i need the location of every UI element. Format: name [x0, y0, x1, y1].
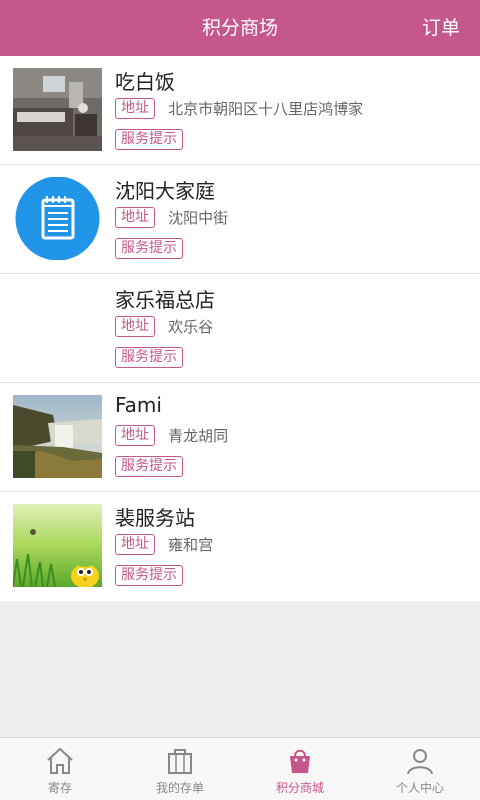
store-address: 北京市朝阳区十八里店鸿博家 [168, 100, 364, 118]
tab-profile[interactable]: 个人中心 [360, 738, 480, 800]
address-tag: 地址 [115, 316, 155, 337]
service-tip-button[interactable]: 服务提示 [115, 129, 183, 150]
home-icon [47, 747, 73, 774]
page-title: 积分商场 [201, 17, 278, 39]
tab-label: 积分商城 [275, 781, 324, 795]
tab-deposit[interactable]: 寄存 [0, 738, 120, 800]
person-icon [407, 749, 433, 775]
list-item[interactable]: 吃白饭 地址 北京市朝阳区十八里店鸿博家 服务提示 [0, 56, 480, 165]
address-line: 地址 北京市朝阳区十八里店鸿博家 [115, 98, 363, 119]
address-line: 地址 欢乐谷 [115, 316, 213, 337]
list-item[interactable]: Fami 地址 青龙胡同 服务提示 [0, 383, 480, 492]
address-line: 地址 青龙胡同 [115, 425, 228, 446]
top-bar: 积分商场 订单 [0, 0, 480, 56]
tab-label: 我的存单 [155, 781, 204, 795]
tab-my-deposits[interactable]: 我的存单 [120, 738, 240, 800]
tab-points-mall[interactable]: 积分商城 [240, 738, 360, 800]
store-list: 吃白饭 地址 北京市朝阳区十八里店鸿博家 服务提示 沈阳大家庭 地址 沈阳中街 … [0, 56, 480, 601]
list-item[interactable]: 家乐福总店 地址 欢乐谷 服务提示 [0, 274, 480, 383]
list-item[interactable]: 裴服务站 地址 雍和宫 服务提示 [0, 492, 480, 601]
service-tip-button[interactable]: 服务提示 [115, 238, 183, 259]
service-tip-button[interactable]: 服务提示 [115, 347, 183, 368]
orders-button[interactable]: 订单 [422, 0, 460, 56]
store-address: 青龙胡同 [168, 427, 229, 445]
store-name: 吃白饭 [115, 70, 175, 94]
store-name: Fami [115, 393, 162, 417]
bottom-tab-bar: 寄存 我的存单 积分商城 个人中心 [0, 737, 480, 800]
list-item[interactable]: 沈阳大家庭 地址 沈阳中街 服务提示 [0, 165, 480, 274]
store-address: 欢乐谷 [168, 318, 214, 336]
address-tag: 地址 [115, 207, 155, 228]
tab-label: 寄存 [47, 781, 72, 795]
store-thumbnail [13, 395, 102, 478]
address-line: 地址 雍和宫 [115, 534, 213, 555]
address-line: 地址 沈阳中街 [115, 207, 228, 228]
service-tip-button[interactable]: 服务提示 [115, 565, 183, 586]
store-address: 雍和宫 [168, 536, 214, 554]
points-bag-icon [290, 749, 310, 773]
shopping-bag-icon [168, 749, 192, 774]
address-tag: 地址 [115, 534, 155, 555]
address-tag: 地址 [115, 425, 155, 446]
notepad-icon [13, 177, 102, 260]
store-address: 沈阳中街 [168, 209, 229, 227]
address-tag: 地址 [115, 98, 155, 119]
store-thumbnail [13, 504, 102, 587]
tab-label: 个人中心 [395, 781, 444, 795]
store-name: 沈阳大家庭 [115, 179, 215, 203]
store-name: 裴服务站 [115, 506, 195, 530]
store-thumbnail [13, 68, 102, 151]
store-name: 家乐福总店 [115, 288, 215, 312]
service-tip-button[interactable]: 服务提示 [115, 456, 183, 477]
